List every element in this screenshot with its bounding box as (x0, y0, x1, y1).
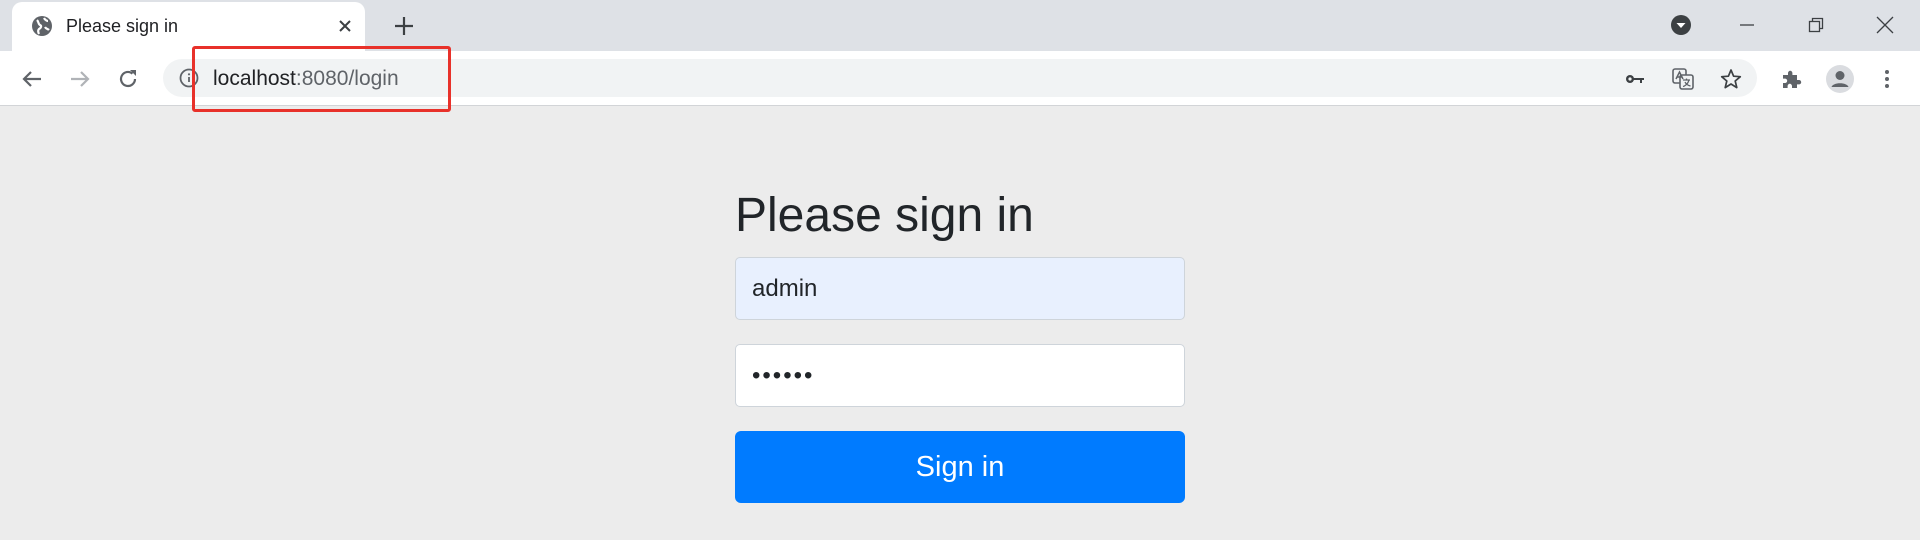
site-info-icon[interactable] (179, 68, 199, 88)
browser-window: Please sign in localhost:8080/login Plea… (0, 0, 1920, 540)
forward-arrow-icon[interactable] (66, 65, 94, 93)
minimize-icon[interactable] (1732, 10, 1762, 40)
extensions-puzzle-icon[interactable] (1777, 65, 1805, 93)
browser-toolbar: localhost:8080/login (0, 51, 1920, 106)
username-field[interactable] (735, 257, 1185, 320)
password-field[interactable] (735, 344, 1185, 407)
globe-icon (31, 15, 53, 37)
url-host: localhost (213, 67, 296, 90)
menu-kebab-icon[interactable] (1873, 65, 1901, 93)
sign-in-button[interactable]: Sign in (735, 431, 1185, 503)
close-tab-icon[interactable] (334, 15, 356, 37)
tab-title: Please sign in (66, 16, 179, 36)
tab-search-icon[interactable] (1666, 10, 1696, 40)
page-title: Please sign in (735, 189, 1034, 242)
tab-please-sign-in[interactable]: Please sign in (12, 2, 365, 51)
tab-strip: Please sign in (0, 0, 1920, 51)
new-tab-icon[interactable] (390, 12, 418, 40)
back-arrow-icon[interactable] (18, 65, 46, 93)
bookmark-star-icon[interactable] (1719, 67, 1743, 91)
key-icon[interactable] (1623, 67, 1647, 91)
translate-icon[interactable] (1671, 67, 1695, 91)
close-window-icon[interactable] (1870, 10, 1900, 40)
url-text[interactable]: localhost:8080/login (213, 67, 399, 91)
address-bar[interactable]: localhost:8080/login (163, 59, 1757, 97)
profile-avatar-icon[interactable] (1824, 63, 1856, 95)
restore-icon[interactable] (1801, 10, 1831, 40)
url-path: :8080/login (295, 67, 399, 90)
page-content: Please sign in Sign in (0, 106, 1920, 540)
reload-icon[interactable] (114, 65, 142, 93)
